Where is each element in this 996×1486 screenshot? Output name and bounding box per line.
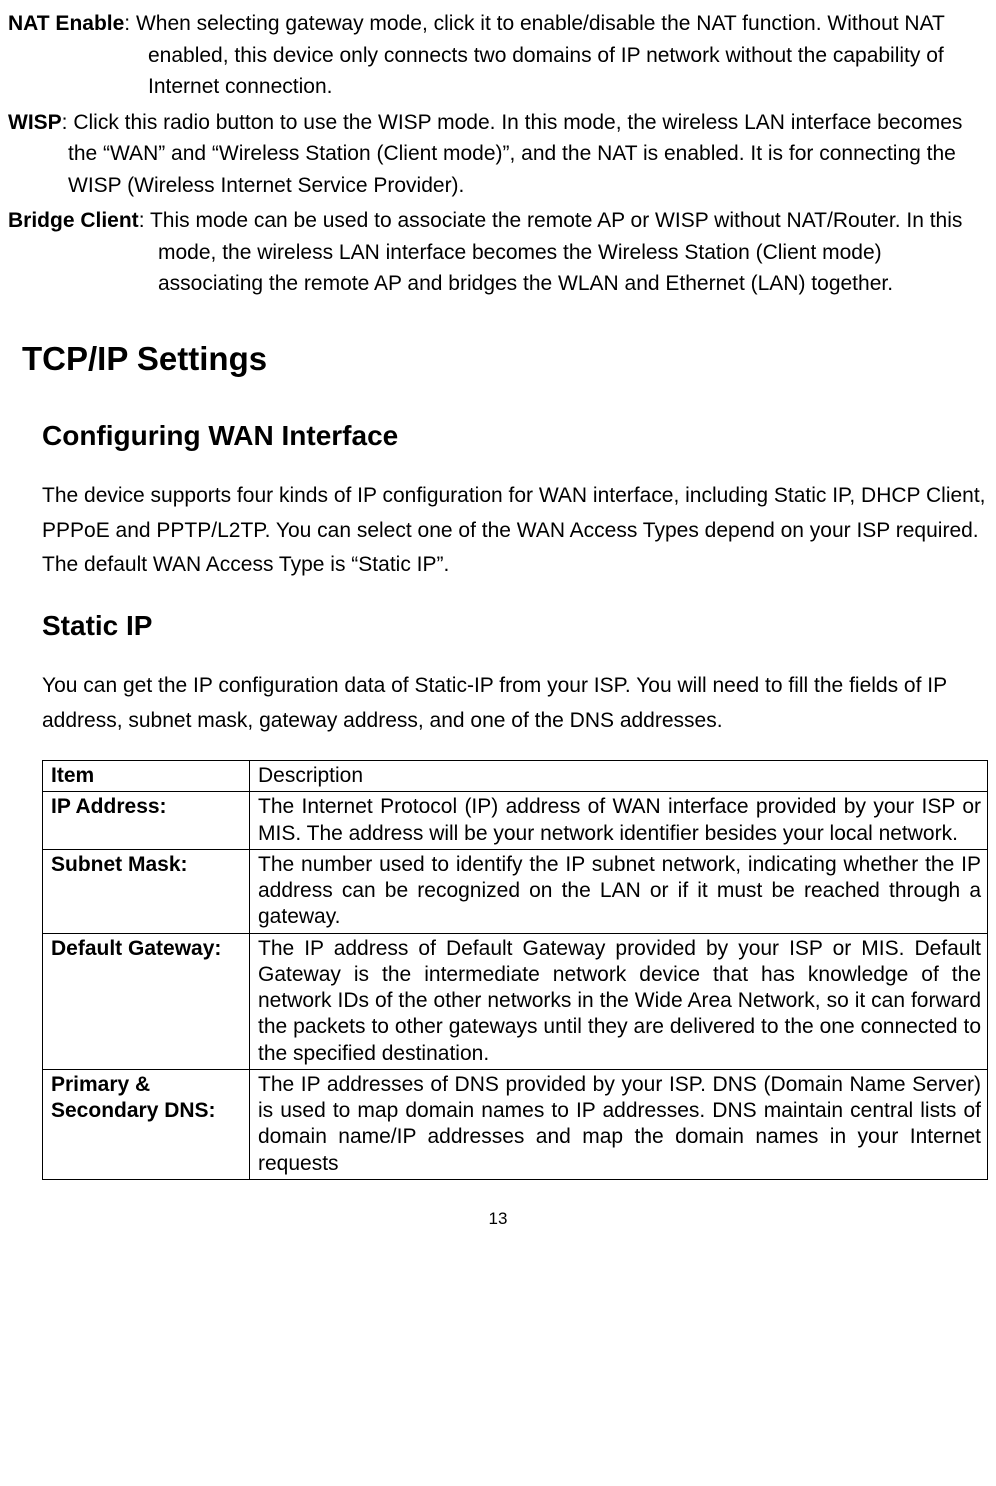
th-item: Item (43, 761, 250, 792)
def-bridge-client: Bridge Client: This mode can be used to … (8, 205, 988, 300)
heading-static-ip: Static IP (42, 605, 988, 647)
def-bridge-text: : This mode can be used to associate the… (139, 209, 963, 295)
heading-configuring-wan: Configuring WAN Interface (42, 415, 988, 457)
para-wan-intro: The device supports four kinds of IP con… (42, 479, 988, 583)
table-row: IP Address: The Internet Protocol (IP) a… (43, 792, 988, 850)
para-static-ip: You can get the IP configuration data of… (42, 669, 988, 738)
def-nat-label: NAT Enable (8, 12, 124, 35)
th-description: Description (250, 761, 988, 792)
td-item: Subnet Mask: (43, 849, 250, 933)
def-nat-text: : When selecting gateway mode, click it … (124, 12, 944, 98)
td-desc: The number used to identify the IP subne… (250, 849, 988, 933)
def-nat-enable: NAT Enable: When selecting gateway mode,… (8, 8, 988, 103)
def-wisp-label: WISP (8, 111, 62, 134)
def-bridge-label: Bridge Client (8, 209, 139, 232)
td-desc: The IP addresses of DNS provided by your… (250, 1069, 988, 1179)
td-desc: The IP address of Default Gateway provid… (250, 933, 988, 1069)
heading-tcpip-settings: TCP/IP Settings (22, 334, 988, 384)
def-wisp: WISP: Click this radio button to use the… (8, 107, 988, 202)
td-item: Default Gateway: (43, 933, 250, 1069)
td-desc: The Internet Protocol (IP) address of WA… (250, 792, 988, 850)
page-number: 13 (8, 1206, 988, 1232)
td-item: IP Address: (43, 792, 250, 850)
doc-page: NAT Enable: When selecting gateway mode,… (8, 8, 988, 1231)
table-header-row: Item Description (43, 761, 988, 792)
static-ip-table: Item Description IP Address: The Interne… (42, 760, 988, 1180)
table-row: Primary & Secondary DNS: The IP addresse… (43, 1069, 988, 1179)
td-item: Primary & Secondary DNS: (43, 1069, 250, 1179)
def-wisp-text: : Click this radio button to use the WIS… (62, 111, 963, 197)
table-row: Default Gateway: The IP address of Defau… (43, 933, 988, 1069)
table-row: Subnet Mask: The number used to identify… (43, 849, 988, 933)
